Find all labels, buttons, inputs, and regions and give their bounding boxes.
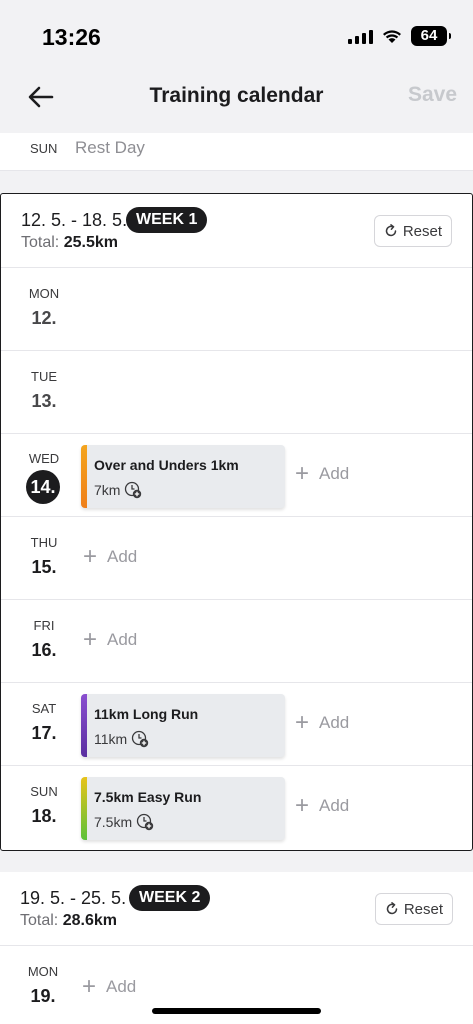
add-workout-button[interactable]: + Add	[83, 626, 138, 653]
save-button[interactable]: Save	[408, 83, 457, 107]
clock-add-icon	[136, 813, 154, 831]
week-total-value: 28.6km	[62, 912, 117, 929]
plus-icon: +	[83, 543, 98, 570]
add-label: Add	[106, 977, 137, 996]
week-date-range: 12. 5. - 18. 5.	[21, 210, 128, 230]
plus-icon: +	[295, 460, 310, 487]
day-of-week: TUE	[31, 369, 57, 384]
day-number: 16.	[31, 640, 57, 660]
clock-add-icon	[132, 730, 149, 748]
day-row-mon: MON 12.	[1, 268, 472, 351]
reset-label: Reset	[403, 900, 443, 918]
day-of-week: THU	[30, 535, 58, 550]
rest-day-label: Rest Day	[75, 138, 145, 157]
add-workout-button[interactable]: + Add	[295, 792, 350, 819]
cellular-signal-icon	[348, 28, 373, 44]
day-of-week: MON	[28, 286, 60, 301]
workout-color-bar	[81, 777, 87, 840]
status-time: 13:26	[42, 24, 101, 50]
add-workout-button[interactable]: + Add	[83, 543, 138, 570]
week-card-2: 19. 5. - 25. 5. WEEK 2 Total: 28.6km Res…	[0, 872, 473, 1024]
status-icons: 64	[348, 26, 451, 46]
day-of-week: MON	[27, 964, 59, 979]
day-row-sat: SAT 17. 11km Long Run 11km + Add	[1, 683, 472, 766]
add-label: Add	[107, 630, 138, 649]
week-header: 19. 5. - 25. 5. WEEK 2 Total: 28.6km Res…	[0, 872, 473, 946]
plus-icon: +	[295, 792, 310, 819]
workout-distance-value: 7km	[94, 482, 121, 498]
add-workout-button[interactable]: + Add	[295, 460, 350, 487]
reset-label: Reset	[402, 222, 442, 240]
add-label: Add	[319, 713, 350, 732]
day-of-week: SAT	[31, 701, 57, 716]
previous-day-row: SUN Rest Day	[0, 133, 473, 171]
plus-icon: +	[295, 709, 310, 736]
add-workout-button[interactable]: + Add	[82, 973, 137, 1000]
workout-distance: 11km	[94, 730, 149, 748]
day-number: 19.	[30, 986, 56, 1006]
day-of-week: WED	[28, 451, 60, 466]
workout-color-bar	[81, 445, 87, 508]
app-header: Training calendar Save	[0, 70, 473, 130]
day-number: 12.	[31, 308, 57, 328]
reset-icon	[385, 224, 397, 237]
add-label: Add	[319, 464, 350, 483]
workout-color-bar	[81, 694, 87, 757]
day-row-thu: THU 15. + Add	[1, 517, 472, 600]
add-label: Add	[107, 547, 138, 566]
reset-button[interactable]: Reset	[374, 893, 453, 925]
week-total-value: 25.5km	[63, 234, 118, 251]
clock-add-icon	[125, 481, 142, 499]
workout-distance-value: 11km	[94, 731, 128, 747]
workout-distance: 7.5km	[94, 813, 154, 831]
week-date-range: 19. 5. - 25. 5.	[20, 888, 127, 908]
week-card-1: 12. 5. - 18. 5. WEEK 1 Total: 25.5km Res…	[0, 193, 473, 851]
week-total-label: Total:	[20, 912, 59, 929]
status-bar: 13:26 64	[0, 0, 473, 70]
reset-button[interactable]: Reset	[373, 215, 452, 247]
week-total: Total: 28.6km	[20, 912, 117, 930]
week-total-label: Total:	[21, 234, 60, 251]
day-of-week: SUN	[30, 784, 58, 799]
week-badge: WEEK 2	[129, 885, 211, 911]
week-badge: WEEK 1	[126, 207, 208, 233]
day-number: 15.	[31, 557, 57, 577]
day-row-fri: FRI 16. + Add	[1, 600, 472, 683]
workout-card[interactable]: 7.5km Easy Run 7.5km	[81, 777, 285, 840]
add-workout-button[interactable]: + Add	[295, 709, 350, 736]
workout-card[interactable]: Over and Unders 1km 7km	[81, 445, 285, 508]
day-row-wed: WED 14. Over and Unders 1km 7km + Add	[1, 434, 472, 517]
day-row-sun: SUN 18. 7.5km Easy Run 7.5km + Add	[1, 766, 472, 849]
wifi-icon	[383, 29, 401, 43]
reset-icon	[386, 902, 398, 915]
plus-icon: +	[83, 626, 98, 653]
workout-title: Over and Unders 1km	[94, 457, 239, 473]
week-header: 12. 5. - 18. 5. WEEK 1 Total: 25.5km Res…	[1, 194, 472, 268]
battery-icon: 64	[411, 26, 451, 46]
day-number: 18.	[31, 806, 57, 826]
day-of-week: SUN	[30, 141, 58, 156]
workout-distance: 7km	[94, 481, 142, 499]
add-label: Add	[319, 796, 350, 815]
day-number: 13.	[31, 391, 57, 411]
workout-title: 7.5km Easy Run	[94, 789, 202, 805]
workout-card[interactable]: 11km Long Run 11km	[81, 694, 285, 757]
today-day-number: 14.	[26, 470, 60, 504]
day-of-week: FRI	[33, 618, 55, 633]
workout-distance-value: 7.5km	[94, 814, 133, 830]
day-number: 17.	[31, 723, 57, 743]
home-indicator	[152, 1008, 321, 1014]
day-row-tue: TUE 13.	[1, 351, 472, 434]
plus-icon: +	[82, 973, 97, 1000]
week-total: Total: 25.5km	[21, 234, 118, 252]
page-title: Training calendar	[149, 84, 324, 107]
workout-title: 11km Long Run	[94, 706, 199, 722]
